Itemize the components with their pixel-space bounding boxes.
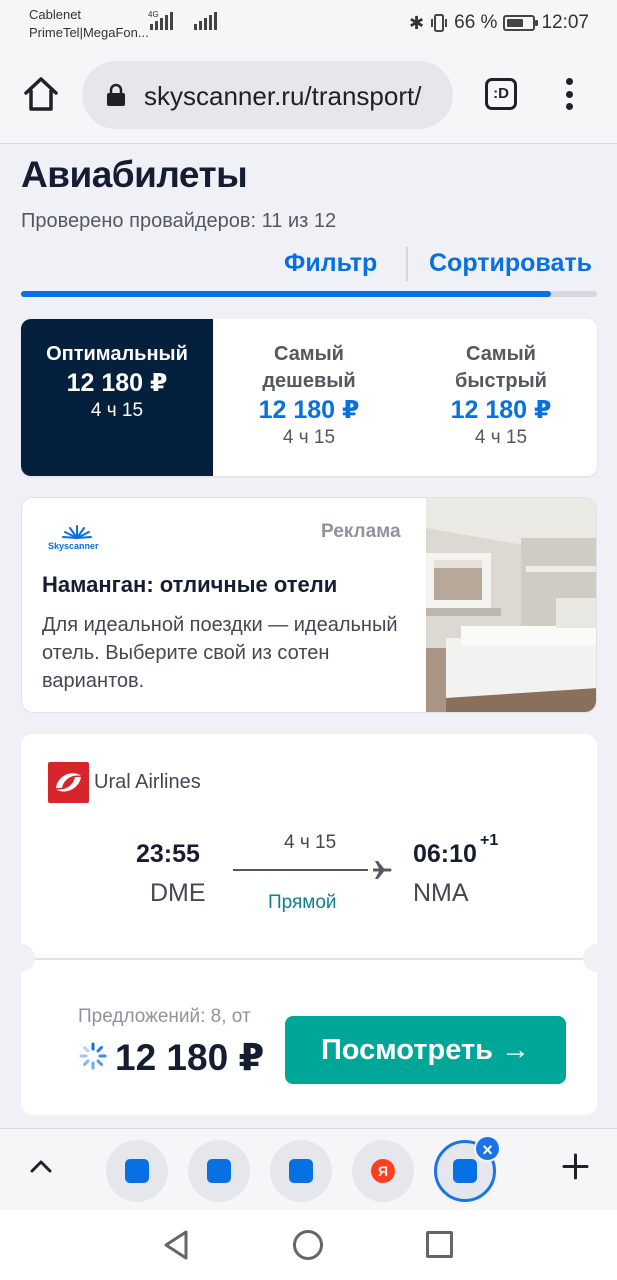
card-notch-right bbox=[583, 944, 611, 972]
ad-label: Реклама bbox=[321, 521, 401, 542]
battery-percent: 66 % bbox=[454, 12, 498, 33]
airline-name: Ural Airlines bbox=[94, 771, 201, 793]
tab-optimal-label: Оптимальный bbox=[46, 343, 188, 365]
browser-tab-strip: Я × bbox=[0, 1128, 617, 1210]
view-flight-button[interactable]: Посмотреть → bbox=[285, 1016, 566, 1084]
tab-switcher-button[interactable]: :D bbox=[485, 78, 517, 110]
arrival-day-offset: +1 bbox=[480, 832, 499, 849]
skyscanner-favicon-icon bbox=[289, 1159, 313, 1183]
divider bbox=[406, 247, 408, 281]
home-icon[interactable] bbox=[22, 76, 60, 112]
hotel-room-image bbox=[426, 498, 596, 712]
carrier-name-1: Cablenet bbox=[29, 7, 82, 22]
browser-tab-3[interactable] bbox=[270, 1140, 332, 1202]
tab-fastest-price: 12 180 ₽ bbox=[450, 396, 552, 424]
sort-tabs: Оптимальный 12 180 ₽ 4 ч 15 Самый дешевы… bbox=[21, 319, 597, 476]
system-nav-bar bbox=[0, 1210, 617, 1280]
home-circle-icon[interactable] bbox=[293, 1230, 323, 1260]
signal-icon-1: 4G bbox=[148, 10, 173, 30]
flight-result-card[interactable]: Ural Airlines 23:55 DME 4 ч 15 Прямой 06… bbox=[7, 734, 611, 1115]
tab-optimal[interactable]: Оптимальный 12 180 ₽ 4 ч 15 bbox=[21, 319, 213, 476]
bluetooth-icon: ✱ bbox=[409, 12, 425, 33]
tab-optimal-duration: 4 ч 15 bbox=[90, 400, 144, 421]
browser-tab-1[interactable] bbox=[106, 1140, 168, 1202]
address-bar[interactable]: skyscanner.ru/transport/ bbox=[82, 61, 453, 129]
carrier-name-2: PrimeTel|MegaFon... bbox=[29, 25, 149, 40]
plane-icon bbox=[373, 861, 392, 879]
clock: 12:07 bbox=[541, 12, 589, 33]
offers-count: Предложений: 8, от bbox=[78, 1006, 251, 1027]
url-text[interactable]: skyscanner.ru/transport/ bbox=[144, 81, 421, 112]
status-bar: Cablenet PrimeTel|MegaFon... 4G ✱ 66 % 1… bbox=[0, 0, 617, 46]
tab-cheapest-label-2: дешевый bbox=[262, 370, 356, 392]
skyscanner-favicon-icon bbox=[125, 1159, 149, 1183]
tab-cheapest[interactable]: Самый дешевый 12 180 ₽ 4 ч 15 bbox=[213, 319, 405, 476]
ad-title: Наманган: отличные отели bbox=[42, 572, 338, 597]
card-separator bbox=[33, 958, 585, 960]
ural-airlines-logo-icon bbox=[48, 762, 89, 803]
departure-airport: DME bbox=[150, 879, 206, 907]
skyscanner-favicon-icon bbox=[453, 1159, 477, 1183]
vibrate-icon bbox=[431, 14, 448, 32]
yandex-favicon-icon: Я bbox=[371, 1159, 395, 1183]
arrival-airport: NMA bbox=[413, 879, 469, 907]
stops-label: Прямой bbox=[268, 892, 337, 913]
search-progress-bar bbox=[21, 291, 597, 297]
loading-spinner-icon bbox=[79, 1042, 107, 1070]
tab-fastest[interactable]: Самый быстрый 12 180 ₽ 4 ч 15 bbox=[405, 319, 597, 476]
flight-duration: 4 ч 15 bbox=[284, 832, 337, 853]
tab-fastest-duration: 4 ч 15 bbox=[474, 427, 528, 448]
flight-price: 12 180 ₽ bbox=[115, 1037, 265, 1078]
providers-status: Проверено провайдеров: 11 из 12 bbox=[21, 210, 337, 232]
filter-button[interactable]: Фильтр bbox=[284, 249, 377, 278]
browser-toolbar: skyscanner.ru/transport/ :D bbox=[0, 46, 617, 144]
tab-cheapest-price: 12 180 ₽ bbox=[258, 396, 360, 424]
route-line bbox=[233, 869, 368, 871]
search-progress-fill bbox=[21, 291, 551, 297]
tab-fastest-label-1: Самый bbox=[466, 343, 536, 365]
chevron-up-icon[interactable] bbox=[30, 1159, 52, 1173]
ad-description: Для идеальной поездки — идеальный отель.… bbox=[42, 614, 398, 692]
page-title: Авиабилеты bbox=[21, 154, 248, 195]
departure-time: 23:55 bbox=[136, 840, 200, 868]
skyscanner-logo-text: Skyscanner bbox=[48, 541, 99, 551]
tab-fastest-label-2: быстрый bbox=[455, 370, 547, 392]
arrival-time: 06:10 bbox=[413, 840, 477, 868]
sort-button[interactable]: Сортировать bbox=[429, 249, 592, 278]
browser-tab-4[interactable]: Я bbox=[352, 1140, 414, 1202]
tab-optimal-price: 12 180 ₽ bbox=[66, 369, 168, 397]
recent-apps-icon[interactable] bbox=[426, 1231, 453, 1258]
browser-tab-2[interactable] bbox=[188, 1140, 250, 1202]
more-menu-icon[interactable] bbox=[563, 78, 575, 110]
tab-cheapest-label-1: Самый bbox=[274, 343, 344, 365]
skyscanner-favicon-icon bbox=[207, 1159, 231, 1183]
tab-cheapest-duration: 4 ч 15 bbox=[282, 427, 336, 448]
signal-icon-2 bbox=[194, 12, 217, 30]
hotel-ad-card[interactable]: Skyscanner Реклама Наманган: отличные от… bbox=[21, 497, 597, 713]
back-icon[interactable] bbox=[162, 1229, 190, 1261]
card-notch-left bbox=[7, 944, 35, 972]
new-tab-plus-icon[interactable] bbox=[562, 1153, 589, 1180]
lock-icon bbox=[107, 83, 125, 106]
close-tab-icon[interactable]: × bbox=[474, 1135, 501, 1162]
battery-icon bbox=[503, 15, 539, 31]
